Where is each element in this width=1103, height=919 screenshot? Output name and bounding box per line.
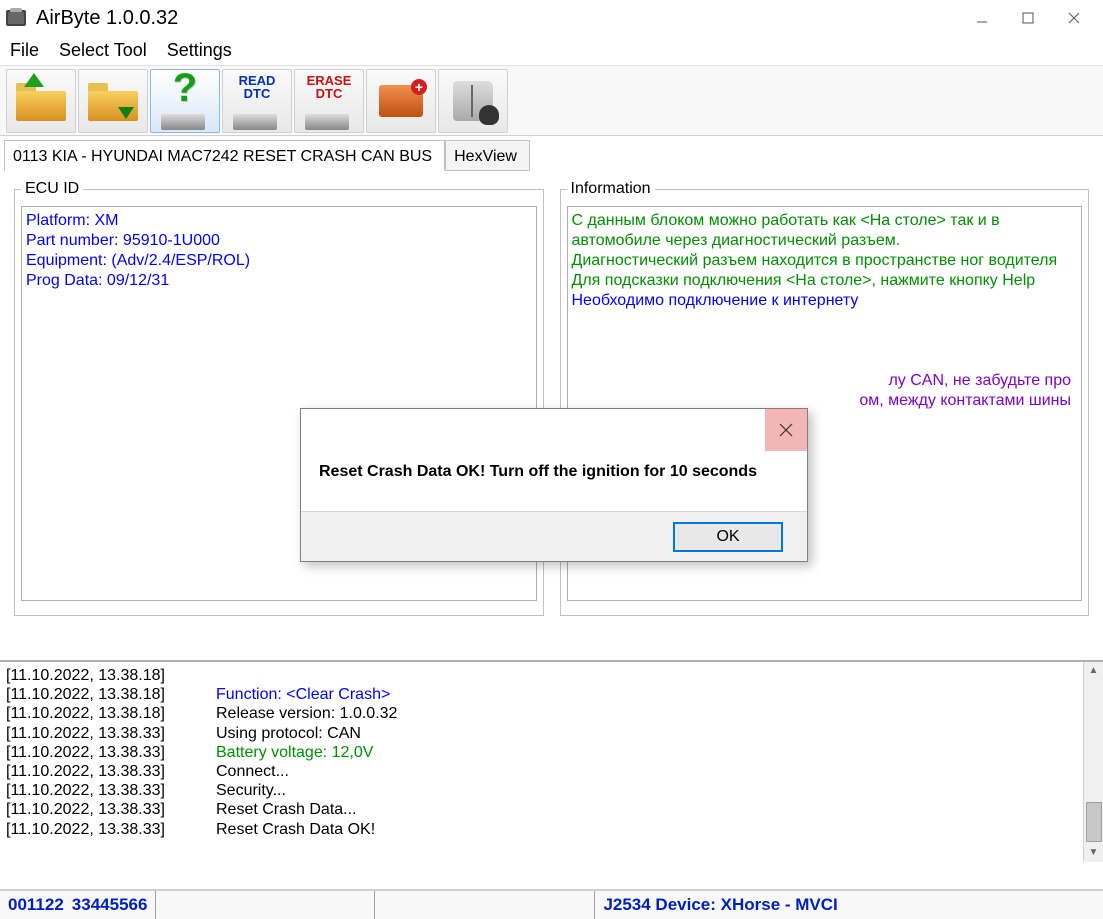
- ecu-partnumber: Part number: 95910-1U000: [26, 231, 532, 251]
- ecu-id-legend: ECU ID: [21, 180, 83, 198]
- chip-icon: [379, 85, 423, 117]
- log-timestamp: [11.10.2022, 13.38.18]: [6, 704, 216, 723]
- log-row: [11.10.2022, 13.38.33]Reset Crash Data..…: [6, 800, 1097, 819]
- app-icon: [6, 10, 26, 26]
- log-message: Reset Crash Data OK!: [216, 820, 375, 839]
- log-panel: [11.10.2022, 13.38.18][11.10.2022, 13.38…: [0, 660, 1103, 862]
- log-timestamp: [11.10.2022, 13.38.18]: [6, 685, 216, 704]
- log-message: Release version: 1.0.0.32: [216, 704, 397, 723]
- log-row: [11.10.2022, 13.38.33]Reset Crash Data O…: [6, 820, 1097, 839]
- log-row: [11.10.2022, 13.38.33]Battery voltage: 1…: [6, 743, 1097, 762]
- log-scrollbar[interactable]: ▲ ▼: [1083, 662, 1103, 862]
- toolbar-erase-dtc-button[interactable]: ERASEDTC: [294, 69, 364, 133]
- log-row: [11.10.2022, 13.38.33]Connect...: [6, 762, 1097, 781]
- status-empty-segment: [155, 891, 375, 919]
- scroll-down-icon[interactable]: ▼: [1085, 844, 1103, 862]
- status-code2: 33445566: [72, 895, 156, 915]
- info-line: Диагностический разъем находится в прост…: [572, 251, 1078, 271]
- status-code1: 001122: [0, 895, 72, 915]
- log-timestamp: [11.10.2022, 13.38.33]: [6, 820, 216, 839]
- ecu-progdata: Prog Data: 09/12/31: [26, 271, 532, 291]
- info-line: Необходимо подключение к интернету: [572, 291, 1078, 311]
- maximize-button[interactable]: [1005, 3, 1051, 33]
- log-row: [11.10.2022, 13.38.33]Security...: [6, 781, 1097, 800]
- log-message: Battery voltage: 12,0V: [216, 743, 373, 762]
- toolbar-open-button[interactable]: [6, 69, 76, 133]
- log-message: Reset Crash Data...: [216, 800, 357, 819]
- read-dtc-label: READDTC: [223, 74, 291, 100]
- toolbar-add-chip-button[interactable]: [366, 69, 436, 133]
- scroll-thumb[interactable]: [1086, 802, 1102, 842]
- folder-open-icon: [16, 81, 66, 121]
- toolbar-help-button[interactable]: ?: [150, 69, 220, 133]
- dialog-ok-button[interactable]: OK: [673, 522, 783, 552]
- toolbar-save-button[interactable]: [78, 69, 148, 133]
- log-timestamp: [11.10.2022, 13.38.33]: [6, 781, 216, 800]
- menu-select-tool[interactable]: Select Tool: [59, 40, 147, 61]
- scroll-up-icon[interactable]: ▲: [1085, 662, 1103, 680]
- log-timestamp: [11.10.2022, 13.38.33]: [6, 762, 216, 781]
- info-line: Для подсказки подключения <На столе>, на…: [572, 271, 1078, 291]
- ecu-equipment: Equipment: (Adv/2.4/ESP/ROL): [26, 251, 532, 271]
- dialog-message: Reset Crash Data OK! Turn off the igniti…: [301, 451, 807, 511]
- log-timestamp: [11.10.2022, 13.38.33]: [6, 800, 216, 819]
- toolbar-manual-button[interactable]: [438, 69, 508, 133]
- titlebar: AirByte 1.0.0.32: [0, 0, 1103, 36]
- log-timestamp: [11.10.2022, 13.38.33]: [6, 724, 216, 743]
- menubar: File Select Tool Settings: [0, 36, 1103, 66]
- close-button[interactable]: [1051, 3, 1097, 33]
- folder-save-icon: [88, 81, 138, 121]
- tab-main[interactable]: 0113 KIA - HYUNDAI MAC7242 RESET CRASH C…: [4, 140, 445, 171]
- hdd-icon: [233, 114, 277, 130]
- hdd-icon: [305, 114, 349, 130]
- toolbar: ? READDTC ERASEDTC: [0, 66, 1103, 136]
- close-icon: [778, 422, 794, 438]
- log-timestamp: [11.10.2022, 13.38.18]: [6, 666, 216, 685]
- status-bar: 001122 33445566 J2534 Device: XHorse - M…: [0, 889, 1103, 919]
- information-legend: Information: [567, 180, 655, 198]
- log-message: Security...: [216, 781, 286, 800]
- message-dialog: Reset Crash Data OK! Turn off the igniti…: [300, 408, 808, 562]
- dialog-close-button[interactable]: [765, 409, 807, 451]
- log-row: [11.10.2022, 13.38.33]Using protocol: CA…: [6, 724, 1097, 743]
- log-message: Function: <Clear Crash>: [216, 685, 390, 704]
- erase-dtc-label: ERASEDTC: [295, 74, 363, 100]
- ecu-platform: Platform: XM: [26, 211, 532, 231]
- log-timestamp: [11.10.2022, 13.38.33]: [6, 743, 216, 762]
- book-icon: [453, 81, 493, 121]
- window-title: AirByte 1.0.0.32: [36, 7, 178, 30]
- toolbar-read-dtc-button[interactable]: READDTC: [222, 69, 292, 133]
- status-device: J2534 Device: XHorse - MVCI: [595, 895, 1103, 915]
- log-message: Connect...: [216, 762, 289, 781]
- log-row: [11.10.2022, 13.38.18]Function: <Clear C…: [6, 685, 1097, 704]
- info-line: С данным блоком можно работать как <На с…: [572, 211, 1078, 251]
- menu-settings[interactable]: Settings: [167, 40, 232, 61]
- question-icon: ?: [173, 66, 197, 111]
- tab-hexview[interactable]: HexView: [445, 140, 530, 171]
- minimize-button[interactable]: [959, 3, 1005, 33]
- menu-file[interactable]: File: [10, 40, 39, 61]
- log-row: [11.10.2022, 13.38.18]Release version: 1…: [6, 704, 1097, 723]
- status-empty-segment: [375, 891, 595, 919]
- log-row: [11.10.2022, 13.38.18]: [6, 666, 1097, 685]
- log-list: [11.10.2022, 13.38.18][11.10.2022, 13.38…: [0, 662, 1103, 862]
- hdd-icon: [161, 114, 205, 130]
- log-message: Using protocol: CAN: [216, 724, 361, 743]
- info-line-partial: лу CAN, не забудьте про: [572, 371, 1078, 391]
- tab-bar: 0113 KIA - HYUNDAI MAC7242 RESET CRASH C…: [0, 136, 1103, 170]
